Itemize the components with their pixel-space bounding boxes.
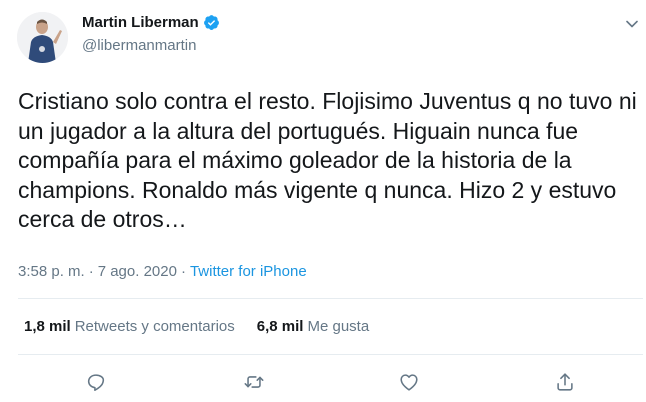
retweet-icon — [244, 376, 264, 388]
meta-separator: · — [88, 263, 94, 280]
name-row: Martin Liberman — [82, 14, 220, 31]
divider — [18, 354, 643, 355]
reply-icon — [87, 374, 105, 392]
likes-count: 6,8 mil — [256, 318, 304, 335]
likes-stat[interactable]: 6,8 mil Me gusta — [257, 318, 369, 335]
retweets-count: 1,8 mil — [24, 318, 71, 335]
tweet-date[interactable]: 7 ago. 2020 — [98, 263, 177, 280]
tweet-stats: 1,8 mil Retweets y comentarios 6,8 mil M… — [24, 318, 391, 335]
tweet-time[interactable]: 3:58 p. m. — [18, 263, 85, 280]
avatar-image — [17, 12, 68, 63]
chevron-down-icon[interactable] — [624, 16, 640, 32]
retweets-stat[interactable]: 1,8 mil Retweets y comentarios — [24, 318, 235, 335]
retweet-button[interactable] — [241, 369, 267, 395]
like-button[interactable] — [396, 369, 422, 395]
tweet-text: Cristiano solo contra el resto. Flojisim… — [18, 88, 637, 232]
meta-separator: · — [180, 263, 186, 280]
tweet-card: Martin Liberman @libermanmartin Cristian… — [0, 0, 646, 402]
verified-badge-icon — [203, 15, 219, 30]
tweet-meta: 3:58 p. m. · 7 ago. 2020 · Twitter for i… — [18, 263, 307, 280]
reply-button[interactable] — [83, 369, 109, 395]
share-icon — [557, 373, 573, 391]
handle[interactable]: @libermanmartin — [82, 37, 196, 54]
share-button[interactable] — [552, 369, 578, 395]
tweet-source-link[interactable]: Twitter for iPhone — [190, 263, 307, 280]
display-name[interactable]: Martin Liberman — [82, 14, 199, 31]
heart-icon — [400, 374, 418, 391]
retweets-label: Retweets y comentarios — [74, 318, 235, 335]
likes-label: Me gusta — [307, 318, 370, 335]
divider — [18, 298, 643, 299]
avatar[interactable] — [17, 12, 68, 63]
